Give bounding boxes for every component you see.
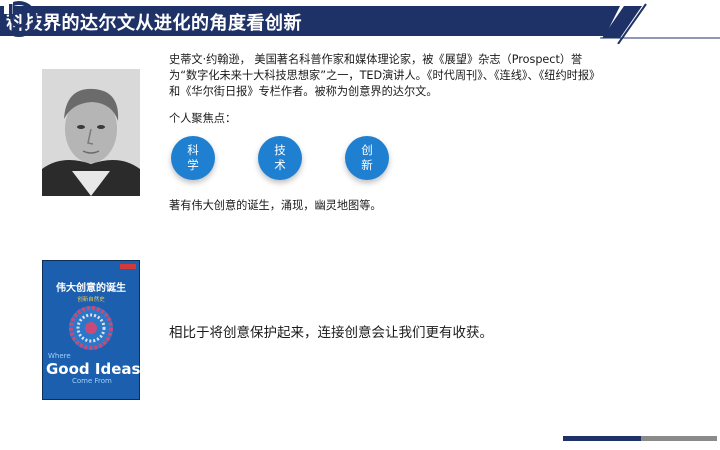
focus-circle-science: 科学 xyxy=(171,136,215,180)
focus-circle-technology: 技术 xyxy=(258,136,302,180)
conclusion-text: 相比于将创意保护起来，连接创意会让我们更有收获。 xyxy=(169,325,493,341)
book-subtitle-cn: 创新自然史 xyxy=(77,295,105,303)
book-title-en-2: Good Ideas xyxy=(46,360,140,378)
focus-item-label: 科学 xyxy=(187,143,199,172)
works-text: 著有伟大创意的诞生，涌现，幽灵地图等。 xyxy=(169,199,382,212)
focus-circle-innovation: 创新 xyxy=(345,136,389,180)
book-cover-image: 伟大创意的诞生 创新自然史 Where Good Ideas Come From xyxy=(42,260,140,400)
footer-accent-bar xyxy=(563,436,641,441)
brand-logo-icon xyxy=(1,1,37,37)
footer-gray-bar xyxy=(641,436,717,441)
author-bio: 史蒂文·约翰逊， 美国著名科普作家和媒体理论家，被《展望》杂志（Prospect… xyxy=(169,53,601,98)
book-title-en-3: Come From xyxy=(72,377,112,385)
author-portrait xyxy=(42,69,140,196)
focus-item-label: 创新 xyxy=(361,143,373,172)
header-bar: 科技界的达尔文从进化的角度看创新 xyxy=(0,0,720,44)
focus-label: 个人聚焦点： xyxy=(169,112,237,125)
page-title: 科技界的达尔文从进化的角度看创新 xyxy=(6,13,302,34)
book-title-en-1: Where xyxy=(48,352,71,360)
book-title-cn: 伟大创意的诞生 xyxy=(56,281,126,294)
focus-item-label: 技术 xyxy=(274,143,286,172)
